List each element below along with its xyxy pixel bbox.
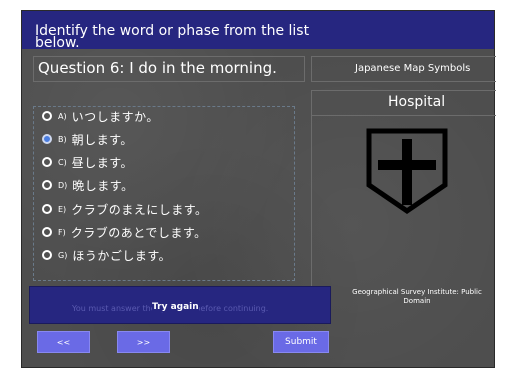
option-label: 晩します。: [72, 178, 134, 193]
option-b[interactable]: B) 朝します。: [42, 129, 133, 149]
image-credit: Geographical Survey Institute: Public Do…: [352, 288, 482, 305]
instruction-text: Identify the word or phase from the list…: [35, 23, 310, 51]
option-letter: D): [58, 180, 68, 190]
option-c[interactable]: C) 昼します。: [42, 152, 133, 172]
radio-unselected-icon[interactable]: [42, 111, 52, 121]
radio-unselected-icon[interactable]: [42, 227, 52, 237]
radio-unselected-icon[interactable]: [42, 180, 52, 190]
radio-selected-icon[interactable]: [42, 134, 52, 144]
option-letter: C): [58, 157, 67, 167]
previous-button[interactable]: <<: [37, 331, 90, 353]
option-g[interactable]: G) ほうかごします。: [42, 245, 171, 265]
option-label: ほうかごします。: [72, 248, 172, 263]
option-label: クラブのまえにします。: [71, 202, 208, 217]
option-letter: B): [58, 134, 67, 144]
symbol-label: Hospital: [388, 94, 446, 110]
option-label: いつしますか。: [71, 109, 159, 124]
option-letter: E): [58, 204, 67, 214]
instruction-header: Identify the word or phase from the list…: [22, 11, 494, 51]
feedback-message: Try again: [152, 302, 199, 312]
option-a[interactable]: A) いつしますか。: [42, 106, 159, 126]
option-letter: A): [58, 111, 67, 121]
next-button[interactable]: >>: [117, 331, 170, 353]
hospital-map-symbol-icon: [366, 128, 448, 215]
option-e[interactable]: E) クラブのまえにします。: [42, 199, 208, 219]
submit-button[interactable]: Submit: [273, 331, 329, 353]
question-text: Question 6: I do in the morning.: [38, 59, 277, 77]
option-letter: F): [58, 227, 66, 237]
radio-unselected-icon[interactable]: [42, 157, 52, 167]
slide-frame: Identify the word or phase from the list…: [21, 10, 496, 368]
option-letter: G): [58, 250, 68, 260]
option-d[interactable]: D) 晩します。: [42, 175, 134, 195]
option-f[interactable]: F) クラブのあとでします。: [42, 222, 207, 242]
radio-unselected-icon[interactable]: [42, 204, 52, 214]
option-label: 朝します。: [71, 132, 133, 147]
option-label: 昼します。: [71, 155, 134, 170]
map-symbols-title: Japanese Map Symbols: [355, 63, 471, 74]
option-label: クラブのあとでします。: [70, 225, 207, 240]
radio-unselected-icon[interactable]: [42, 250, 52, 260]
